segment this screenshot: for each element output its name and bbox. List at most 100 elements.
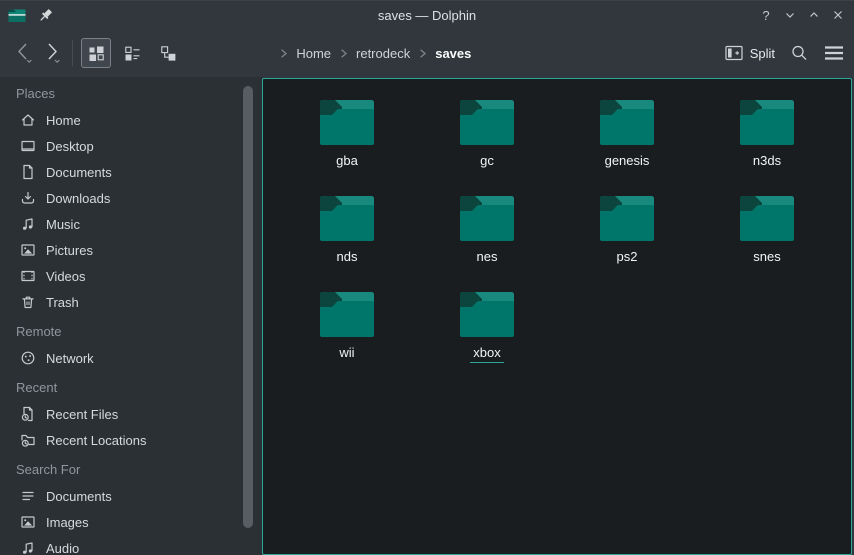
sidebar-item-label: Videos <box>46 269 86 284</box>
breadcrumb-separator-icon <box>337 47 350 60</box>
sidebar-item-label: Documents <box>46 489 112 504</box>
forward-button[interactable] <box>38 37 66 69</box>
icons-view-button[interactable] <box>81 38 111 68</box>
sidebar-item-label: Home <box>46 113 81 128</box>
split-icon <box>725 45 743 61</box>
dolphin-window: saves — Dolphin ? <box>0 0 854 555</box>
sidebar-item-videos[interactable]: Videos <box>0 263 262 289</box>
folder-item-gc[interactable]: gc <box>417 89 557 185</box>
recent-file-icon <box>20 406 36 422</box>
sidebar-item-label: Downloads <box>46 191 110 206</box>
app-folder-icon <box>8 8 26 23</box>
maximize-button[interactable] <box>806 7 822 23</box>
sidebar-item-network[interactable]: Network <box>0 345 262 371</box>
folder-item-nes[interactable]: nes <box>417 185 557 281</box>
network-icon <box>20 350 36 366</box>
toolbar-separator <box>72 40 73 66</box>
sidebar-item-label: Desktop <box>46 139 94 154</box>
search-button[interactable] <box>790 44 809 63</box>
folder-icon <box>319 289 375 339</box>
sidebar-item-documents[interactable]: Documents <box>0 483 262 509</box>
home-icon <box>20 112 36 128</box>
folder-item-xbox[interactable]: xbox <box>417 281 557 377</box>
folder-label: wii <box>336 345 357 363</box>
folder-icon <box>319 193 375 243</box>
sidebar-item-music[interactable]: Music <box>0 211 262 237</box>
folder-item-ps2[interactable]: ps2 <box>557 185 697 281</box>
sidebar-item-label: Music <box>46 217 80 232</box>
breadcrumb-item-saves[interactable]: saves <box>430 46 476 61</box>
section-title-recent: Recent <box>0 375 262 401</box>
folder-item-nds[interactable]: nds <box>277 185 417 281</box>
folder-label: xbox <box>470 345 503 363</box>
window-title: saves — Dolphin <box>0 8 854 23</box>
breadcrumb-item-home[interactable]: Home <box>291 46 336 61</box>
folder-icon <box>599 97 655 147</box>
folder-item-genesis[interactable]: genesis <box>557 89 697 185</box>
sidebar-item-recent-files[interactable]: Recent Files <box>0 401 262 427</box>
folder-label: ps2 <box>614 249 641 267</box>
video-icon <box>20 268 36 284</box>
folder-view[interactable]: gba gc genesis n3ds nds nes ps2 snes wii… <box>262 78 852 555</box>
sidebar-item-documents[interactable]: Documents <box>0 159 262 185</box>
minimize-button[interactable] <box>782 7 798 23</box>
folder-grid: gba gc genesis n3ds nds nes ps2 snes wii… <box>263 79 851 377</box>
hamburger-menu-button[interactable] <box>824 45 844 61</box>
sidebar-item-label: Audio <box>46 541 79 555</box>
folder-icon <box>459 97 515 147</box>
titlebar: saves — Dolphin ? <box>0 1 854 29</box>
folder-item-gba[interactable]: gba <box>277 89 417 185</box>
desktop-icon <box>20 138 36 154</box>
sidebar-item-audio[interactable]: Audio <box>0 535 262 555</box>
folder-item-wii[interactable]: wii <box>277 281 417 377</box>
split-button[interactable]: Split <box>725 45 775 61</box>
section-title-remote: Remote <box>0 319 262 345</box>
help-button[interactable]: ? <box>758 7 774 23</box>
folder-label: n3ds <box>750 153 784 171</box>
folder-icon <box>319 97 375 147</box>
sidebar-item-label: Trash <box>46 295 79 310</box>
sidebar-sections: Places Home Desktop Documents Downloads Music… <box>0 81 262 555</box>
content-area: Places Home Desktop Documents Downloads Music… <box>0 77 854 555</box>
folder-icon <box>599 193 655 243</box>
breadcrumb-separator-icon <box>416 47 429 60</box>
pin-icon[interactable] <box>38 8 53 23</box>
sidebar-item-trash[interactable]: Trash <box>0 289 262 315</box>
sidebar-item-images[interactable]: Images <box>0 509 262 535</box>
split-button-label: Split <box>750 46 775 61</box>
folder-icon <box>459 193 515 243</box>
folder-icon <box>459 289 515 339</box>
recent-folder-icon <box>20 432 36 448</box>
folder-label: nds <box>334 249 361 267</box>
sidebar-item-label: Documents <box>46 165 112 180</box>
folder-item-n3ds[interactable]: n3ds <box>697 89 837 185</box>
sidebar-scrollbar[interactable] <box>243 86 253 528</box>
downloads-icon <box>20 190 36 206</box>
music-icon <box>20 216 36 232</box>
breadcrumb: Home retrodeck saves <box>109 46 645 61</box>
close-button[interactable] <box>830 7 846 23</box>
trash-icon <box>20 294 36 310</box>
places-panel: Places Home Desktop Documents Downloads Music… <box>0 77 262 555</box>
sidebar-item-desktop[interactable]: Desktop <box>0 133 262 159</box>
sidebar-item-recent-locations[interactable]: Recent Locations <box>0 427 262 453</box>
breadcrumb-item-retrodeck[interactable]: retrodeck <box>351 46 415 61</box>
section-title-places: Places <box>0 81 262 107</box>
sidebar-item-label: Network <box>46 351 94 366</box>
sidebar-item-label: Recent Locations <box>46 433 146 448</box>
folder-label: genesis <box>602 153 653 171</box>
sidebar-item-label: Recent Files <box>46 407 118 422</box>
sidebar-item-home[interactable]: Home <box>0 107 262 133</box>
music-icon <box>20 540 36 555</box>
folder-icon <box>739 193 795 243</box>
folder-item-snes[interactable]: snes <box>697 185 837 281</box>
back-button[interactable] <box>10 37 38 69</box>
folder-icon <box>739 97 795 147</box>
document-icon <box>20 164 36 180</box>
breadcrumb-separator-icon <box>277 47 290 60</box>
sidebar-item-label: Pictures <box>46 243 93 258</box>
sidebar-item-label: Images <box>46 515 89 530</box>
sidebar-item-downloads[interactable]: Downloads <box>0 185 262 211</box>
image-icon <box>20 514 36 530</box>
sidebar-item-pictures[interactable]: Pictures <box>0 237 262 263</box>
